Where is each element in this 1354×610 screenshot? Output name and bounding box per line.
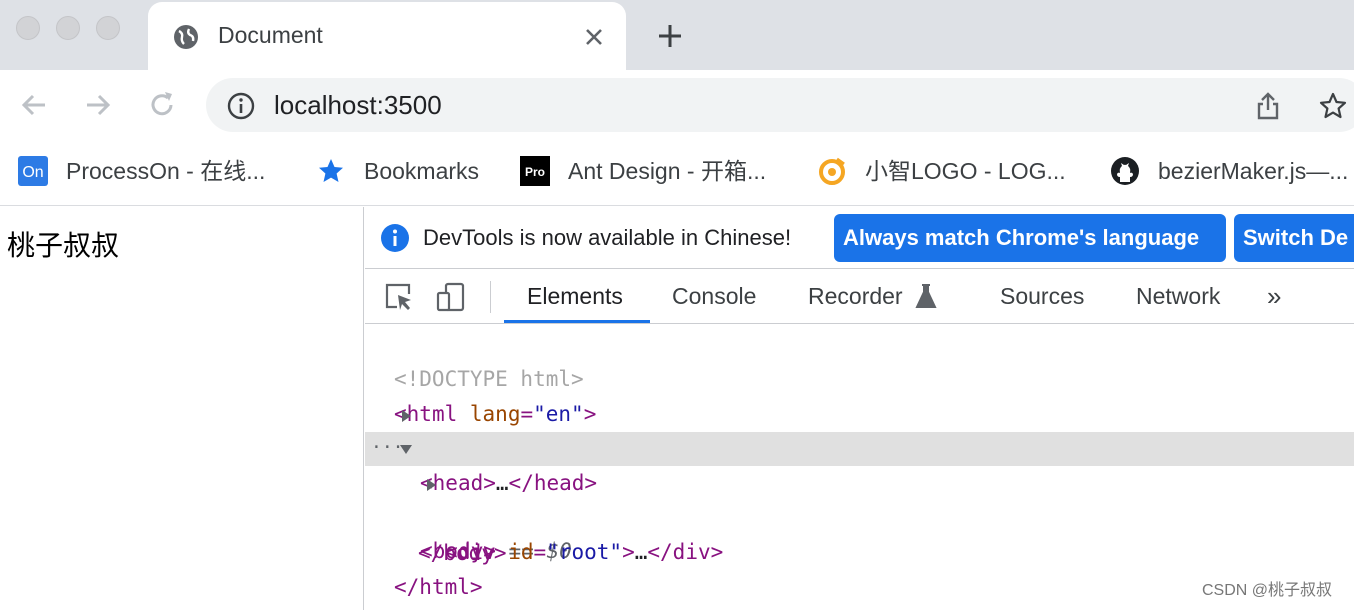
tab-console[interactable]: Console [672, 269, 756, 323]
dom-node-doctype[interactable]: <!DOCTYPE html> [365, 328, 1354, 391]
svg-text:Pro: Pro [525, 165, 545, 179]
globe-icon [174, 25, 198, 49]
star-icon [319, 159, 343, 182]
logo-icon [819, 157, 845, 185]
devtools-panel: DevTools is now available in Chinese! Al… [365, 207, 1354, 610]
tab-network[interactable]: Network [1136, 269, 1220, 323]
active-tab-indicator [504, 320, 650, 323]
bookmark-label: ProcessOn - 在线... [66, 158, 266, 184]
node-actions-dots[interactable]: ··· [371, 432, 404, 464]
tab-recorder[interactable]: Recorder [808, 269, 903, 323]
bookmark-label: 小智LOGO - LOG... [865, 158, 1066, 184]
bookmark-xiaozhi-logo[interactable]: 小智LOGO - LOG... [817, 154, 1082, 188]
share-icon[interactable] [1254, 91, 1282, 121]
plus-icon[interactable] [654, 20, 686, 52]
more-tabs-button[interactable]: » [1267, 269, 1281, 323]
dom-node-html-close[interactable]: </html> [365, 536, 1354, 599]
arrow-left-icon[interactable] [17, 88, 51, 122]
dom-node-head[interactable]: <head>…</head> [365, 398, 1354, 495]
dom-node-body-close[interactable]: </body> [365, 502, 1354, 565]
dom-node-html[interactable]: <html lang="en"> [365, 363, 1354, 426]
star-icon[interactable] [1318, 91, 1348, 121]
page-text: 桃子叔叔 [7, 230, 120, 261]
dom-tree: <!DOCTYPE html> <html lang="en"> <head>…… [365, 324, 1354, 610]
url-text: localhost:3500 [274, 90, 442, 120]
infobar-message: DevTools is now available in Chinese! [423, 225, 792, 250]
arrow-right-icon[interactable] [81, 88, 115, 122]
close-icon[interactable] [580, 23, 608, 51]
bookmark-label: Bookmarks [364, 158, 480, 184]
window-minimize-button[interactable] [56, 16, 80, 40]
inspect-element-icon[interactable] [383, 281, 415, 313]
tab-strip: Document [0, 0, 1354, 70]
bookmarks-bar: On ProcessOn - 在线... Bookmarks Pro Ant D… [0, 140, 1354, 206]
dom-node-body-selected[interactable]: ··· <body> == $0 [365, 432, 1354, 563]
tab-title: Document [218, 22, 323, 48]
flask-icon [915, 284, 937, 308]
bookmark-beziermaker[interactable]: bezierMaker.js—... [1110, 154, 1354, 188]
svg-text:On: On [22, 164, 43, 181]
info-icon[interactable] [226, 91, 256, 121]
dom-node-div-root[interactable]: <div id="root">…</div> [365, 467, 1354, 564]
switch-devtools-language-button[interactable]: Switch De [1234, 214, 1354, 262]
address-bar[interactable]: localhost:3500 [206, 78, 1354, 132]
collapse-triangle-icon[interactable] [400, 445, 412, 454]
processon-icon: On [18, 156, 48, 186]
bookmark-bookmarks[interactable]: Bookmarks [316, 154, 491, 188]
toolbar-divider [490, 281, 491, 313]
tab-sources[interactable]: Sources [1000, 269, 1084, 323]
devtools-tabbar: Elements Console Recorder Sources Networ… [365, 269, 1354, 324]
bookmark-label: Ant Design - 开箱... [568, 158, 767, 184]
reload-icon[interactable] [145, 88, 179, 122]
device-toolbar-icon[interactable] [435, 281, 467, 313]
info-icon [381, 224, 409, 252]
page-viewport: 桃子叔叔 [0, 207, 364, 610]
expand-triangle-icon[interactable] [427, 479, 436, 491]
watermark: CSDN @桃子叔叔 [1202, 582, 1333, 599]
github-icon [1111, 157, 1139, 185]
bookmark-ant-design[interactable]: Pro Ant Design - 开箱... [520, 154, 790, 188]
bookmark-processon[interactable]: On ProcessOn - 在线... [18, 154, 286, 188]
browser-toolbar: localhost:3500 [0, 70, 1354, 140]
expand-triangle-icon[interactable] [402, 410, 411, 422]
tab-elements[interactable]: Elements [527, 269, 623, 323]
pro-icon: Pro [520, 156, 550, 186]
bookmark-label: bezierMaker.js—... [1158, 158, 1349, 184]
always-match-language-button[interactable]: Always match Chrome's language [834, 214, 1226, 262]
browser-tab[interactable]: Document [148, 2, 626, 70]
window-close-button[interactable] [16, 16, 40, 40]
html-close-tag: html [419, 575, 470, 599]
window-zoom-button[interactable] [96, 16, 120, 40]
devtools-infobar: DevTools is now available in Chinese! Al… [365, 207, 1354, 269]
